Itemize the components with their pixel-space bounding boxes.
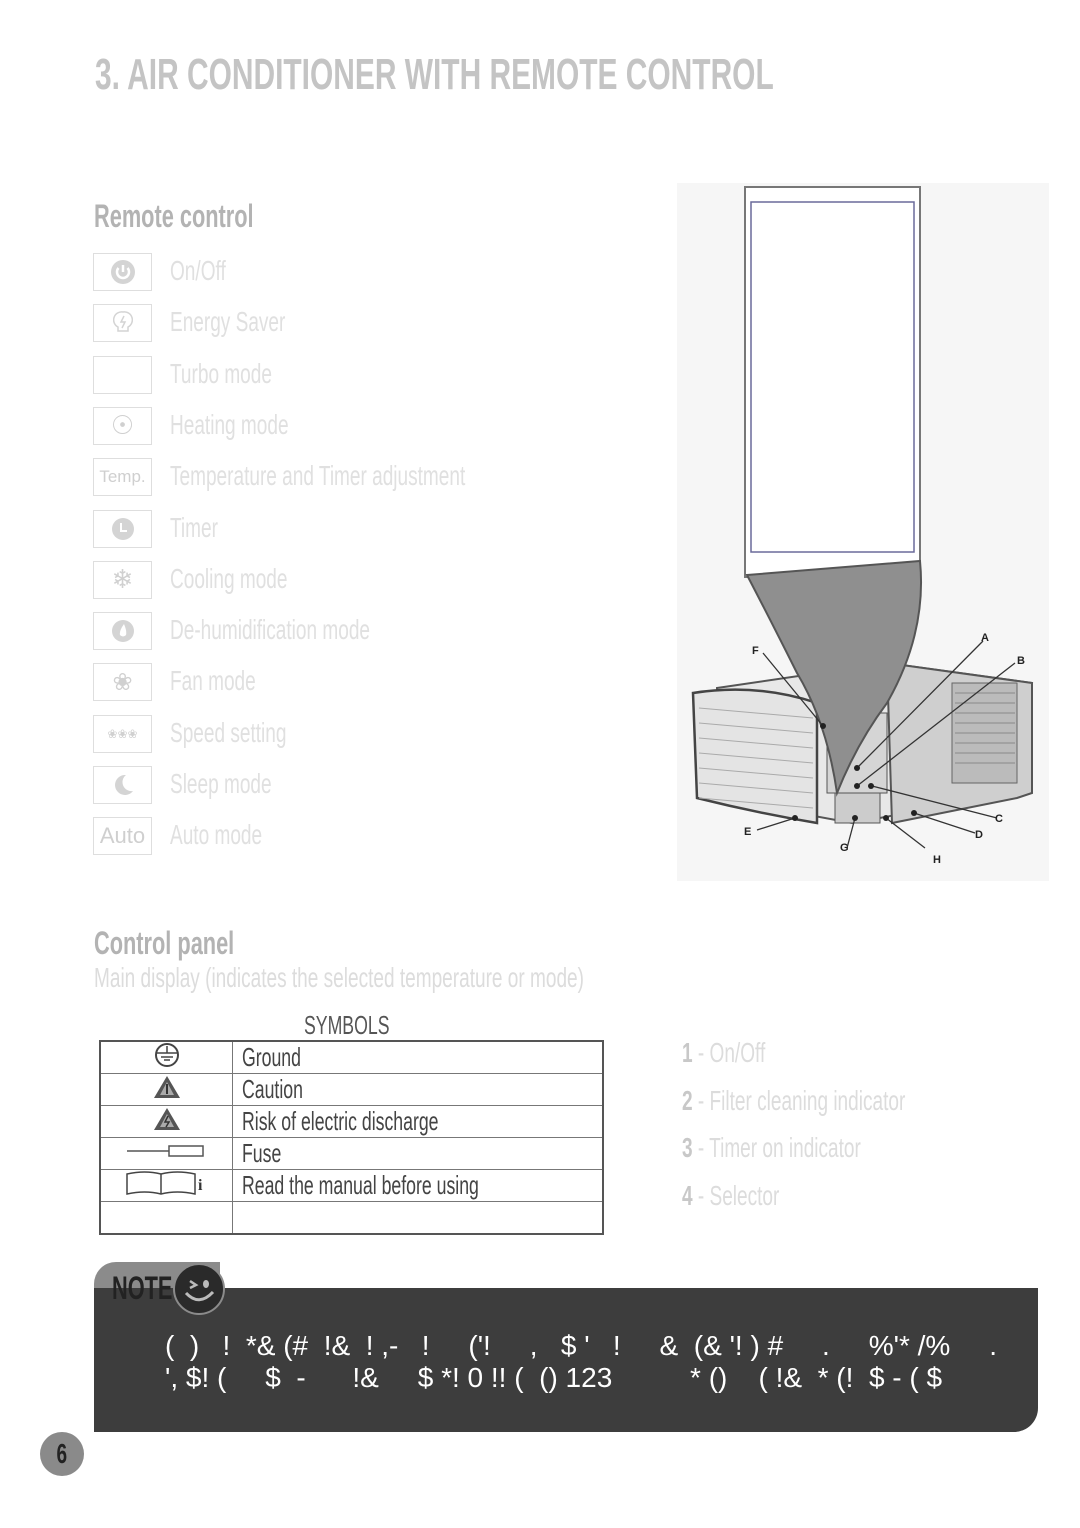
icon-text: Auto xyxy=(99,823,146,849)
icon-text: Temp. xyxy=(99,467,146,487)
remote-control-item-label: Heating mode xyxy=(170,408,289,440)
auto-icon: Auto xyxy=(93,817,152,856)
item-number: 3 xyxy=(682,1132,693,1164)
item-number: 2 xyxy=(682,1084,693,1116)
sun-icon: ☉ xyxy=(93,406,152,445)
symbol-label: Caution xyxy=(232,1073,604,1106)
blank-icon xyxy=(93,355,152,394)
item-number: 4 xyxy=(682,1180,693,1212)
symbols-row: Fuse xyxy=(99,1137,604,1170)
label-g: G xyxy=(840,842,849,854)
label-f: F xyxy=(752,645,759,657)
symbols-table: Ground Caution Risk of electric discharge F… xyxy=(99,1040,604,1235)
remote-control-item-label: Turbo mode xyxy=(170,357,272,389)
item-label: - Filter cleaning indicator xyxy=(692,1084,906,1116)
snowflake-icon: ❄ xyxy=(93,560,152,599)
remote-control-item-label: Speed setting xyxy=(170,716,287,748)
symbol-label: Ground xyxy=(232,1040,604,1074)
remote-control-item-label: Auto mode xyxy=(170,819,263,851)
drop-icon xyxy=(93,612,152,651)
note-text-line: ', $! ( $ - !& $ *! 0 !! ( () 123 * () (… xyxy=(165,1362,943,1393)
remote-control-item-label: Fan mode xyxy=(170,665,256,697)
remote-control-item-label: Temperature and Timer adjustment xyxy=(170,460,466,492)
remote-control-item-label: Sleep mode xyxy=(170,768,272,799)
page-number: 6 xyxy=(40,1432,84,1476)
label-h: H xyxy=(933,854,941,866)
symbols-heading: SYMBOLS xyxy=(304,1010,390,1040)
remote-control-heading: Remote control xyxy=(94,198,254,234)
fan-icon: ❀ xyxy=(93,663,152,702)
label-a: A xyxy=(981,632,989,644)
symbol-label xyxy=(232,1201,604,1235)
remote-control-item-label: On/Off xyxy=(170,255,226,286)
control-panel-item: 2 - Filter cleaning indicator xyxy=(682,1085,1010,1117)
symbols-row: Ground xyxy=(99,1040,604,1074)
svg-text:i: i xyxy=(198,1177,203,1194)
symbols-row: Caution xyxy=(99,1073,604,1106)
power-icon xyxy=(93,253,152,291)
symbol-label: Risk of electric discharge xyxy=(232,1105,604,1138)
item-number: 1 xyxy=(682,1037,693,1068)
symbol-label: Read the manual before using xyxy=(232,1169,604,1202)
control-panel-heading: Control panel xyxy=(94,925,235,961)
remote-control-item-label: Cooling mode xyxy=(170,562,288,594)
page-title: 3. AIR CONDITIONER WITH REMOTE CONTROL xyxy=(95,50,774,99)
remote-control-item-label: Timer xyxy=(170,511,218,543)
clock-icon xyxy=(93,509,152,548)
ground-icon xyxy=(99,1040,233,1074)
remote-control-item-label: Energy Saver xyxy=(170,306,286,338)
item-label: - Timer on indicator xyxy=(692,1132,861,1164)
label-e: E xyxy=(744,826,751,838)
wink-smiley-icon xyxy=(173,1263,225,1315)
symbols-row: i Read the manual before using xyxy=(99,1169,604,1202)
item-label: - Selector xyxy=(692,1180,780,1212)
caution-triangle-icon xyxy=(99,1073,233,1106)
symbol-label: Fuse xyxy=(232,1137,604,1170)
electric-triangle-icon xyxy=(99,1105,233,1138)
temp-icon: Temp. xyxy=(93,458,152,497)
control-panel-item: 3 - Timer on indicator xyxy=(682,1132,945,1164)
manual-book-icon: i xyxy=(99,1169,233,1202)
energy-saver-bulb-icon xyxy=(93,304,152,343)
item-label: - On/Off xyxy=(692,1037,766,1068)
label-b: B xyxy=(1017,655,1025,667)
empty-cell xyxy=(99,1201,233,1235)
fuse-icon xyxy=(99,1137,233,1170)
control-panel-subtitle: Main display (indicates the selected tem… xyxy=(94,962,584,993)
note-text-line: ( ) ! *& (# !& ! ,- ! ('! , $ ' ! & (& '… xyxy=(165,1330,997,1361)
air-conditioner-diagram: A B C D E F G H xyxy=(677,183,1049,881)
control-panel-item: 1 - On/Off xyxy=(682,1037,804,1069)
moon-icon xyxy=(93,766,152,804)
label-c: C xyxy=(995,813,1003,825)
symbols-row xyxy=(99,1201,604,1235)
remote-control-item-label: De-humidification mode xyxy=(170,614,371,646)
symbols-row: Risk of electric discharge xyxy=(99,1105,604,1138)
speed-fans-icon: ❀❀❀ xyxy=(93,714,152,753)
label-d: D xyxy=(975,829,983,841)
control-panel-item: 4 - Selector xyxy=(682,1180,825,1212)
